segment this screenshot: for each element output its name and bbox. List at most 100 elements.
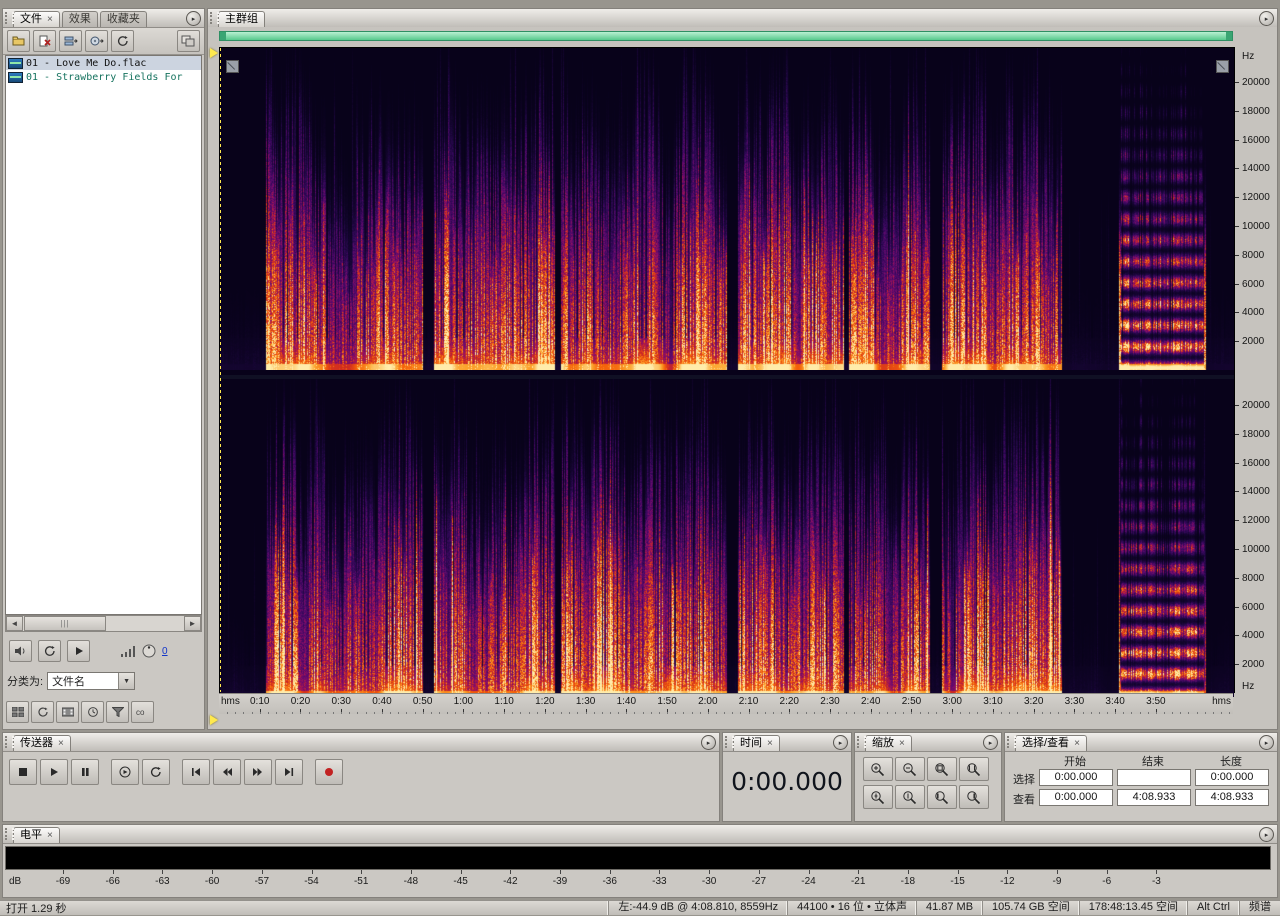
tab-zoom[interactable]: 缩放 × <box>865 735 912 751</box>
spectral-display[interactable] <box>219 47 1235 697</box>
show-midi-files-button[interactable] <box>81 701 104 723</box>
pause-button[interactable] <box>71 759 99 785</box>
selection-end-field[interactable] <box>1117 769 1191 786</box>
zoom-to-right-edge-button[interactable] <box>959 785 989 809</box>
tab-levels[interactable]: 电平 × <box>13 827 60 843</box>
tab-files[interactable]: 文件 × <box>13 11 60 27</box>
scroll-track[interactable] <box>106 616 184 631</box>
loop-preview-button[interactable] <box>38 640 61 662</box>
tab-effects[interactable]: 效果 <box>61 11 98 27</box>
panel-menu-button[interactable]: ▸ <box>1259 827 1274 842</box>
show-loop-files-button[interactable] <box>31 701 54 723</box>
range-start-handle[interactable] <box>210 48 218 58</box>
refresh-list-button[interactable] <box>111 30 134 52</box>
chevron-down-icon[interactable]: ▼ <box>118 673 135 689</box>
show-audio-files-button[interactable] <box>6 701 29 723</box>
selection-start-field[interactable]: 0:00.000 <box>1039 769 1113 786</box>
file-row[interactable]: 01 - Strawberry Fields For <box>6 70 201 84</box>
go-to-end-button[interactable] <box>275 759 303 785</box>
close-icon[interactable]: × <box>58 738 64 749</box>
panel-gripper[interactable] <box>857 736 866 748</box>
time-tick-minor-mark <box>1123 712 1125 714</box>
view-length-field[interactable]: 4:08.933 <box>1195 789 1269 806</box>
show-options-button[interactable] <box>177 30 200 52</box>
panel-gripper[interactable] <box>5 828 14 840</box>
zoom-to-left-edge-button[interactable] <box>927 785 957 809</box>
view-end-field[interactable]: 4:08.933 <box>1117 789 1191 806</box>
insert-into-multitrack-button[interactable] <box>59 30 82 52</box>
file-row[interactable]: 01 - Love Me Do.flac <box>6 56 201 70</box>
insert-into-cd-button[interactable] <box>85 30 108 52</box>
play-from-cursor-button[interactable] <box>111 759 139 785</box>
panel-menu-button[interactable]: ▸ <box>833 735 848 750</box>
zoom-in-horizontal-button[interactable] <box>863 757 893 781</box>
tab-time[interactable]: 时间 × <box>733 735 780 751</box>
panel-menu-button[interactable]: ▸ <box>701 735 716 750</box>
autoplay-toggle-button[interactable] <box>9 640 32 662</box>
rewind-button[interactable] <box>213 759 241 785</box>
tab-main-group[interactable]: 主群组 <box>218 11 265 27</box>
frequency-ruler[interactable]: Hz Hz 20000 18000 16000 14000 12000 10000 8000 60… <box>1235 47 1278 695</box>
close-icon[interactable]: × <box>1074 738 1080 749</box>
fast-forward-button[interactable] <box>244 759 272 785</box>
view-start-field[interactable]: 0:00.000 <box>1039 789 1113 806</box>
play-button[interactable] <box>40 759 68 785</box>
tab-favorites[interactable]: 收藏夹 <box>99 11 147 27</box>
stop-button[interactable] <box>9 759 37 785</box>
record-button[interactable] <box>315 759 343 785</box>
level-meter[interactable] <box>5 846 1271 870</box>
play-looped-button[interactable] <box>142 759 170 785</box>
panel-gripper[interactable] <box>725 736 734 748</box>
time-tick-minor-mark <box>919 712 921 714</box>
close-icon[interactable]: × <box>47 830 53 841</box>
panel-gripper[interactable] <box>5 736 14 748</box>
panel-gripper[interactable] <box>5 12 14 24</box>
view-range-bar[interactable] <box>219 31 1233 41</box>
time-ruler[interactable]: hms hms 0:10 0:20 0:30 0:40 0:50 1:00 1:10 1:20 1:… <box>219 693 1233 714</box>
panel-gripper[interactable] <box>1007 736 1016 748</box>
go-to-start-button[interactable] <box>182 759 210 785</box>
filter-button[interactable] <box>106 701 129 723</box>
zoom-in-vertical-button[interactable] <box>863 785 893 809</box>
scroll-thumb[interactable]: ||| <box>24 616 106 631</box>
close-icon[interactable]: × <box>899 738 905 749</box>
range-end-handle[interactable] <box>210 715 218 725</box>
tab-selection-view[interactable]: 选择/查看 × <box>1015 735 1087 751</box>
spectrogram-left-channel[interactable] <box>220 48 1234 370</box>
preview-play-button[interactable] <box>67 640 90 662</box>
selection-length-field[interactable]: 0:00.000 <box>1195 769 1269 786</box>
panel-menu-button[interactable]: ▸ <box>983 735 998 750</box>
selection-corner-handle-right[interactable] <box>1216 60 1229 73</box>
zoom-out-vertical-button[interactable] <box>895 785 925 809</box>
preview-volume-link[interactable]: 0 <box>162 646 168 657</box>
volume-knob-icon[interactable] <box>142 644 156 658</box>
spectrogram-right-channel[interactable] <box>220 379 1234 697</box>
scroll-right-arrow[interactable]: ► <box>184 616 201 631</box>
show-full-paths-button[interactable]: co <box>131 701 154 723</box>
panel-menu-button[interactable]: ▸ <box>186 11 201 26</box>
panel-gripper[interactable] <box>210 12 219 24</box>
show-video-files-button[interactable] <box>56 701 79 723</box>
scroll-left-arrow[interactable]: ◄ <box>6 616 23 631</box>
panel-menu-button[interactable]: ▸ <box>1259 735 1274 750</box>
zoom-out-horizontal-button[interactable] <box>895 757 925 781</box>
zoom-out-full-button[interactable] <box>927 757 957 781</box>
level-tick-label: -60 <box>204 876 220 887</box>
selection-corner-handle-left[interactable] <box>226 60 239 73</box>
time-tick-minor-mark <box>1221 712 1223 714</box>
import-file-button[interactable] <box>7 30 30 52</box>
open-folder-icon <box>12 36 24 46</box>
close-file-button[interactable] <box>33 30 56 52</box>
play-circled-icon <box>119 766 131 778</box>
panel-menu-button[interactable]: ▸ <box>1259 11 1274 26</box>
zoom-to-selection-button[interactable] <box>959 757 989 781</box>
file-list[interactable]: 01 - Love Me Do.flac 01 - Strawberry Fiel… <box>5 55 202 615</box>
transport-panel: 传送器 × ▸ <box>2 732 720 822</box>
time-tick-minor-mark <box>927 712 929 714</box>
sort-by-dropdown[interactable]: 文件名 ▼ <box>47 672 136 690</box>
time-display[interactable]: 0:00.000 <box>723 767 851 796</box>
files-horizontal-scrollbar[interactable]: ◄ ||| ► <box>5 615 202 632</box>
close-icon[interactable]: × <box>767 738 773 749</box>
tab-transport[interactable]: 传送器 × <box>13 735 71 751</box>
close-icon[interactable]: × <box>47 14 53 25</box>
